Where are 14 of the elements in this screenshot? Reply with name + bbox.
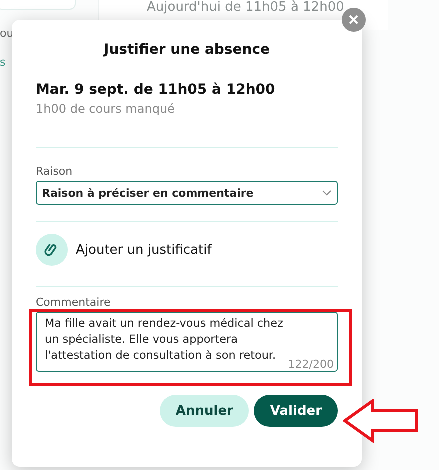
schedule-time: Aujourd'hui de 11h05 à 12h00 <box>147 0 344 15</box>
cancel-button[interactable]: Annuler <box>160 395 250 427</box>
character-counter: 122/200 <box>288 358 334 371</box>
page-text: s <box>0 56 6 69</box>
attachment-button[interactable] <box>36 234 68 266</box>
comment-label: Commentaire <box>36 296 112 309</box>
attachment-link[interactable]: Ajouter un justificatif <box>76 242 212 258</box>
reason-label: Raison <box>36 165 74 178</box>
absence-date: Mar. 9 sept. de 11h05 à 12h00 <box>36 82 276 98</box>
dialog-title: Justifier une absence <box>102 42 271 58</box>
reason-select[interactable]: Raison à préciser en commentaire <box>36 181 338 205</box>
missed-duration: 1h00 de cours manqué <box>36 102 176 116</box>
validate-button[interactable]: Valider <box>254 395 338 427</box>
chevron-down-icon <box>322 190 332 196</box>
